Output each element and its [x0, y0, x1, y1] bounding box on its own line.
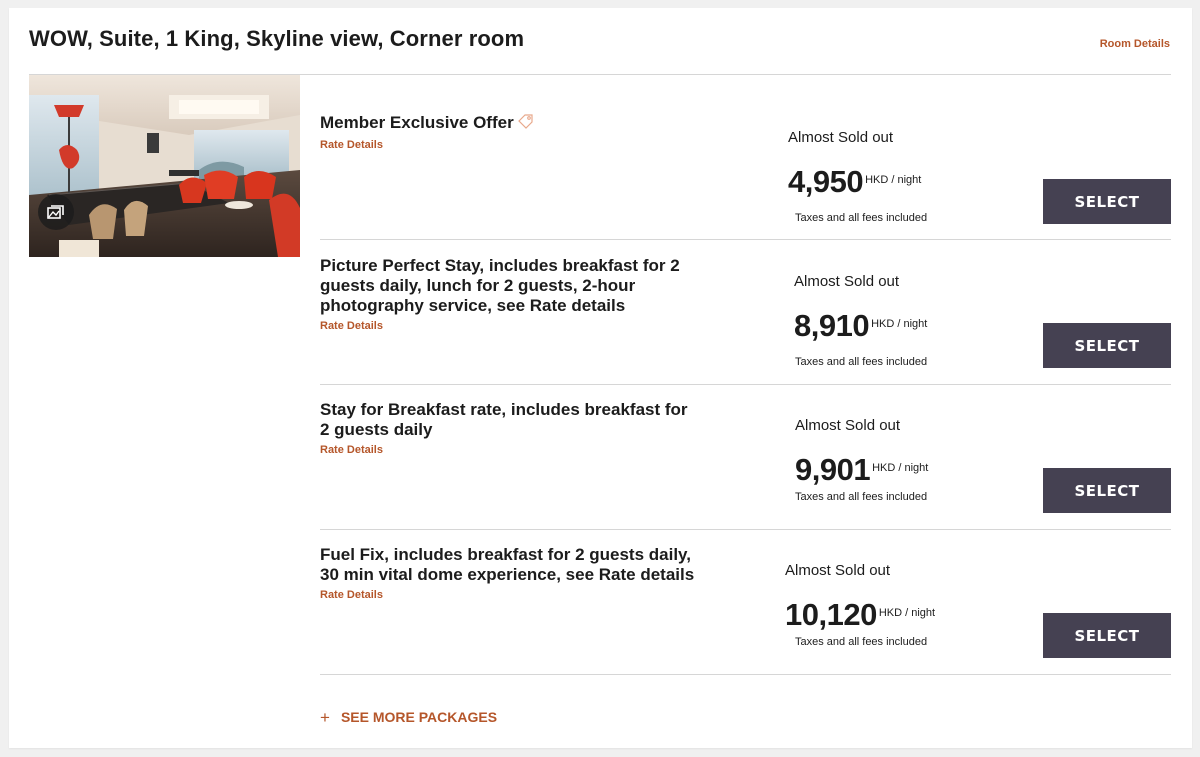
room-title: WOW, Suite, 1 King, Skyline view, Corner…	[29, 26, 525, 51]
rate-price: 8,910	[794, 308, 870, 343]
select-button[interactable]: SELECT	[1043, 323, 1171, 368]
room-photo-image	[29, 75, 300, 257]
price-line: 9,901 HKD / night	[795, 452, 928, 488]
rate-name: Picture Perfect Stay, includes breakfast…	[320, 256, 700, 333]
rate-name: Fuel Fix, includes breakfast for 2 guest…	[320, 545, 700, 602]
availability-status: Almost Sold out	[795, 417, 901, 434]
rate-list: Member Exclusive Offer Rate Details Almo…	[320, 75, 1171, 727]
availability-status: Almost Sold out	[788, 129, 894, 146]
price-unit: HKD / night	[865, 174, 922, 186]
select-button[interactable]: SELECT	[1043, 468, 1171, 513]
taxes-note: Taxes and all fees included	[795, 212, 928, 224]
rate-row: Stay for Breakfast rate, includes breakf…	[320, 385, 1171, 530]
price-line: 8,910 HKD / night	[794, 308, 927, 344]
rate-name-text: Picture Perfect Stay, includes breakfast…	[320, 256, 680, 315]
see-more-packages-button[interactable]: + SEE MORE PACKAGES	[320, 705, 497, 728]
select-button[interactable]: SELECT	[1043, 179, 1171, 224]
rate-price: 10,120	[785, 597, 877, 632]
taxes-note: Taxes and all fees included	[795, 636, 928, 648]
room-details-link[interactable]: Room Details	[1100, 38, 1170, 50]
price-line: 10,120 HKD / night	[785, 597, 935, 633]
price-unit: HKD / night	[872, 462, 929, 474]
plus-icon: +	[320, 708, 330, 727]
select-button[interactable]: SELECT	[1043, 613, 1171, 658]
rate-name-text: Fuel Fix, includes breakfast for 2 guest…	[320, 545, 695, 584]
rate-name-text: Member Exclusive Offer	[320, 113, 514, 132]
room-photo[interactable]	[29, 75, 300, 257]
taxes-note: Taxes and all fees included	[795, 491, 928, 503]
rate-price: 4,950	[788, 164, 864, 199]
rate-name: Member Exclusive Offer Rate Details	[320, 113, 700, 152]
gallery-button[interactable]	[38, 194, 74, 230]
rate-details-link[interactable]: Rate Details	[320, 138, 700, 152]
rate-name: Stay for Breakfast rate, includes breakf…	[320, 400, 700, 457]
rate-row: Member Exclusive Offer Rate Details Almo…	[320, 75, 1171, 240]
price-line: 4,950 HKD / night	[788, 164, 921, 200]
rate-price: 9,901	[795, 452, 871, 487]
rate-details-link[interactable]: Rate Details	[320, 443, 700, 457]
rate-row: Picture Perfect Stay, includes breakfast…	[320, 240, 1171, 385]
tag-icon	[517, 113, 534, 135]
availability-status: Almost Sold out	[794, 273, 900, 290]
room-card: WOW, Suite, 1 King, Skyline view, Corner…	[9, 8, 1192, 748]
rate-name-text: Stay for Breakfast rate, includes breakf…	[320, 400, 688, 439]
availability-status: Almost Sold out	[785, 562, 891, 579]
taxes-note: Taxes and all fees included	[795, 356, 928, 368]
price-unit: HKD / night	[878, 607, 936, 619]
rate-row: Fuel Fix, includes breakfast for 2 guest…	[320, 530, 1171, 675]
price-unit: HKD / night	[871, 318, 928, 330]
rate-details-link[interactable]: Rate Details	[320, 319, 700, 333]
rate-details-link[interactable]: Rate Details	[320, 588, 700, 602]
see-more-label: SEE MORE PACKAGES	[340, 708, 498, 725]
gallery-icon	[47, 205, 64, 219]
